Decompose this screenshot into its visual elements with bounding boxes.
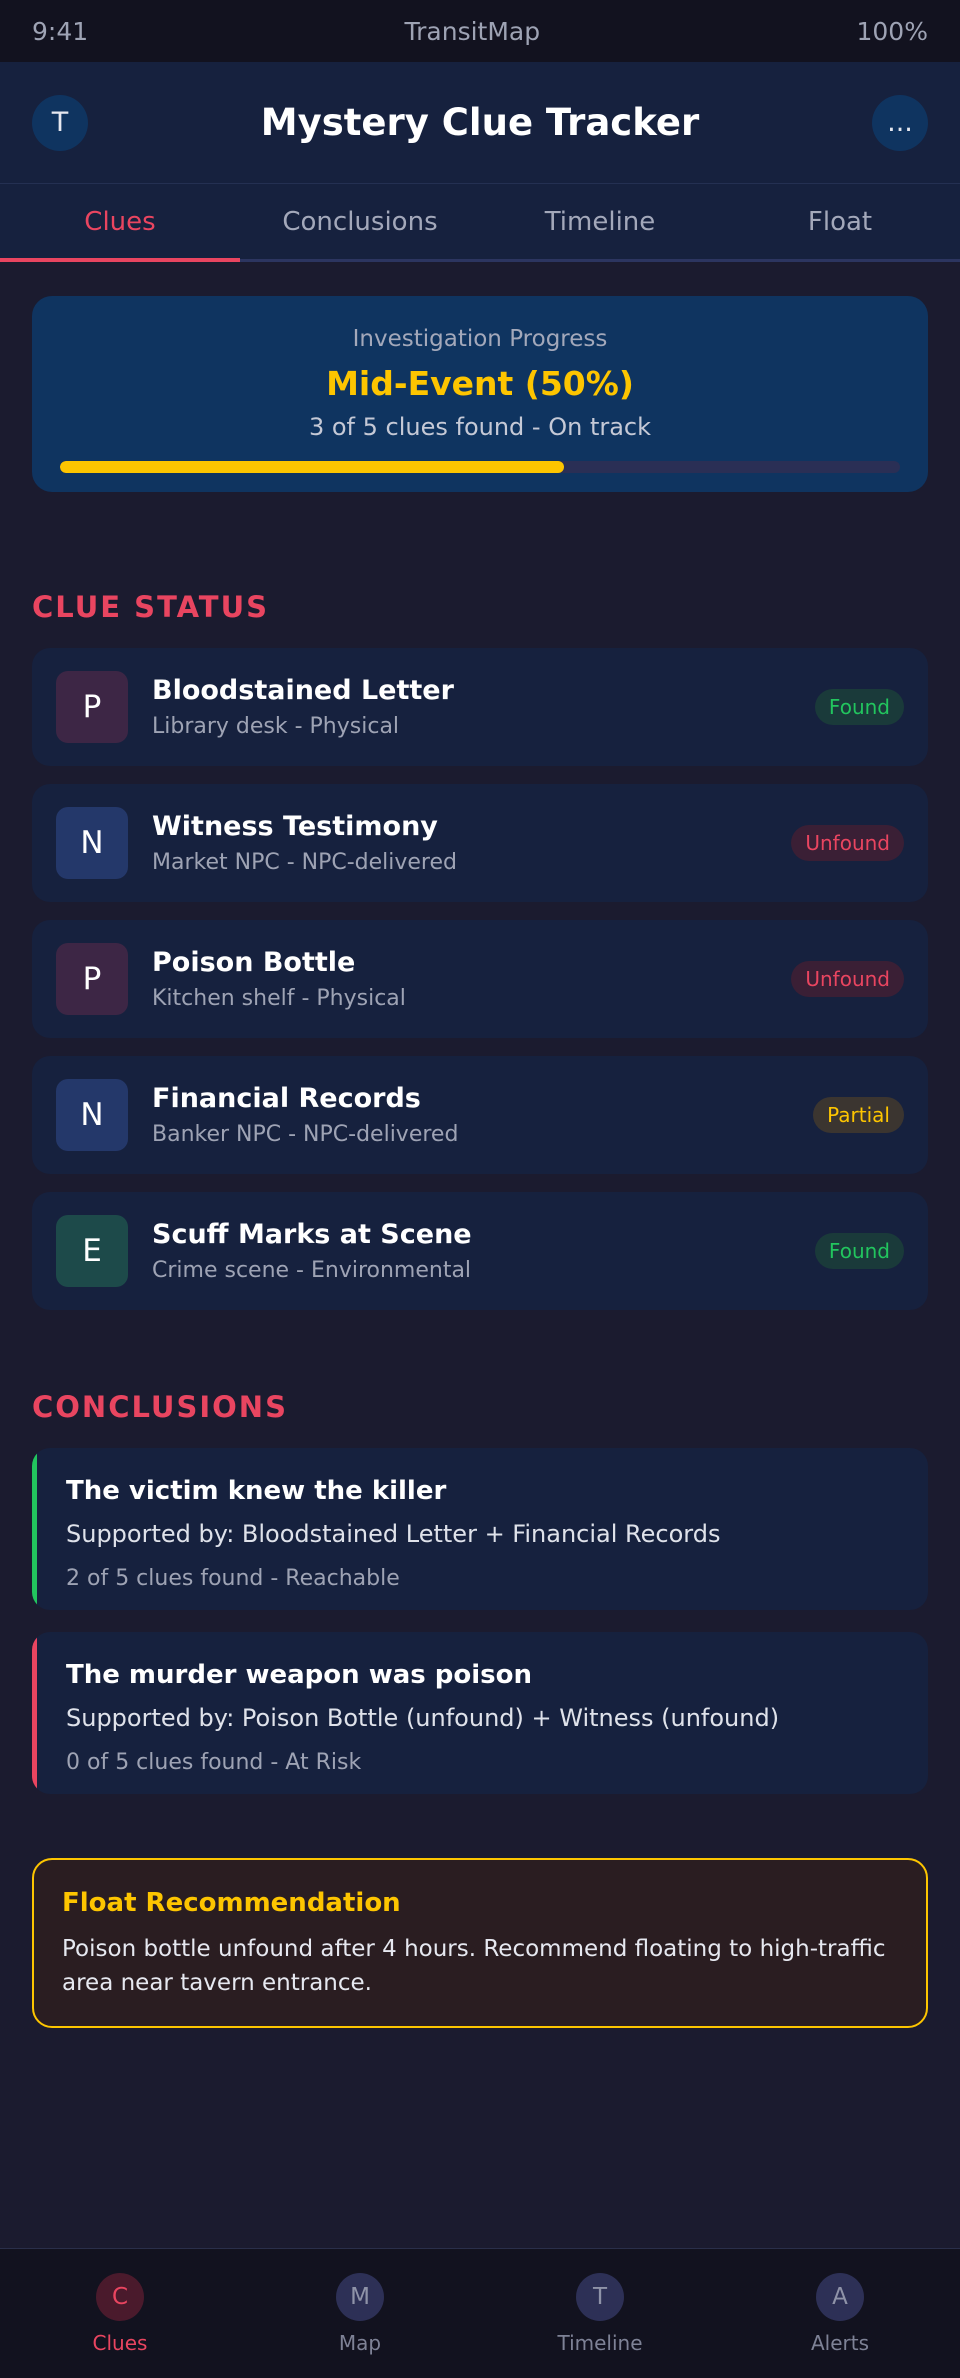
clue-item[interactable]: P Bloodstained Letter Library desk - Phy… — [32, 648, 928, 766]
float-body: Poison bottle unfound after 4 hours. Rec… — [62, 1936, 886, 1996]
progress-subtitle: 3 of 5 clues found - On track — [308, 413, 652, 441]
progress-bar-fill — [60, 461, 564, 473]
clue-section-title: CLUE STATUS — [32, 590, 270, 624]
nav-clues[interactable]: C Clues — [0, 2249, 240, 2378]
progress-label: Investigation Progress — [352, 326, 608, 352]
conclusion-status-bar — [32, 1632, 37, 1794]
clue-meta: Library desk - Physical — [152, 714, 400, 739]
status-battery: 100% — [856, 16, 928, 46]
clue-meta: Crime scene - Environmental — [152, 1258, 472, 1283]
conclusion-section-title: CONCLUSIONS — [32, 1390, 288, 1424]
conclusion-title: The victim knew the killer — [66, 1476, 447, 1506]
status-badge: Unfound — [791, 825, 904, 861]
alerts-icon: A — [816, 2272, 864, 2321]
status-time: 9:41 — [32, 16, 89, 46]
bottom-nav: C Clues M Map T Timeline A Alerts — [0, 2248, 960, 2378]
timeline-icon: T — [576, 2272, 624, 2321]
clue-item[interactable]: P Poison Bottle Kitchen shelf - Physical… — [32, 920, 928, 1038]
float-title: Float Recommendation — [62, 1888, 401, 1918]
app-header: T Mystery Clue Tracker ... — [0, 62, 960, 184]
status-badge: Found — [814, 689, 904, 725]
status-badge: Unfound — [791, 961, 904, 997]
nav-alerts[interactable]: A Alerts — [720, 2249, 960, 2378]
main-content: Investigation Progress Mid-Event (50%) 3… — [0, 262, 960, 2028]
clues-icon: C — [96, 2272, 144, 2321]
clue-name: Bloodstained Letter — [152, 675, 454, 706]
progress-bar — [60, 461, 900, 473]
tab-clues[interactable]: Clues — [0, 184, 240, 262]
clue-item[interactable]: N Financial Records Banker NPC - NPC-del… — [32, 1056, 928, 1174]
nav-label: Alerts — [810, 2330, 870, 2355]
clue-meta: Banker NPC - NPC-delivered — [152, 1122, 459, 1147]
clue-name: Financial Records — [152, 1083, 421, 1114]
nav-label: Map — [338, 2330, 382, 2355]
tab-float[interactable]: Float — [720, 184, 960, 259]
conclusion-status-bar — [32, 1448, 37, 1610]
tab-bar: Clues Conclusions Timeline Float — [0, 184, 960, 262]
clue-type-icon: P — [56, 671, 128, 743]
clue-type-icon: P — [56, 943, 128, 1015]
conclusion-title: The murder weapon was poison — [66, 1660, 533, 1690]
clue-meta: Market NPC - NPC-delivered — [152, 850, 457, 875]
status-bar: 9:41 TransitMap 100% — [0, 0, 960, 62]
conclusion-support: Supported by: Bloodstained Letter + Fina… — [66, 1520, 721, 1548]
clue-type-icon: N — [56, 1079, 128, 1151]
status-app-name: TransitMap — [404, 16, 541, 46]
progress-card: Investigation Progress Mid-Event (50%) 3… — [32, 296, 928, 492]
nav-timeline[interactable]: T Timeline — [480, 2249, 720, 2378]
float-recommendation-card[interactable]: Float Recommendation Poison bottle unfou… — [32, 1858, 928, 2028]
clue-item[interactable]: N Witness Testimony Market NPC - NPC-del… — [32, 784, 928, 902]
clue-type-icon: N — [56, 807, 128, 879]
tab-timeline[interactable]: Timeline — [480, 184, 720, 259]
nav-label: Clues — [92, 2330, 148, 2355]
clue-name: Scuff Marks at Scene — [152, 1219, 472, 1250]
conclusion-status: 2 of 5 clues found - Reachable — [66, 1566, 400, 1591]
map-icon: M — [336, 2272, 384, 2321]
clue-name: Poison Bottle — [152, 947, 356, 978]
clue-meta: Kitchen shelf - Physical — [152, 986, 406, 1011]
clue-type-icon: E — [56, 1215, 128, 1287]
conclusion-support: Supported by: Poison Bottle (unfound) + … — [66, 1704, 780, 1732]
page-title: Mystery Clue Tracker — [260, 101, 700, 144]
nav-label: Timeline — [557, 2330, 643, 2355]
clue-name: Witness Testimony — [152, 811, 438, 842]
progress-value: Mid-Event (50%) — [326, 364, 634, 403]
conclusion-status: 0 of 5 clues found - At Risk — [66, 1750, 362, 1775]
conclusion-card[interactable]: The murder weapon was poison Supported b… — [32, 1632, 928, 1794]
profile-avatar-button[interactable]: T — [32, 94, 88, 151]
status-badge: Partial — [813, 1097, 904, 1133]
conclusion-card[interactable]: The victim knew the killer Supported by:… — [32, 1448, 928, 1610]
status-badge: Found — [814, 1233, 904, 1269]
tab-conclusions[interactable]: Conclusions — [240, 184, 480, 259]
nav-map[interactable]: M Map — [240, 2249, 480, 2378]
more-menu-button[interactable]: ... — [871, 94, 928, 151]
clue-item[interactable]: E Scuff Marks at Scene Crime scene - Env… — [32, 1192, 928, 1310]
